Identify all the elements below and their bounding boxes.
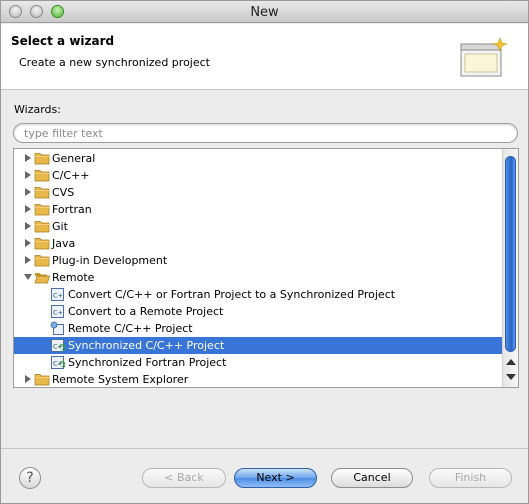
remote-project-icon bbox=[50, 321, 64, 335]
tree-item-label: Convert C/C++ or Fortran Project to a Sy… bbox=[68, 288, 396, 301]
tree-item-label: Synchronized C/C++ Project bbox=[68, 339, 225, 352]
tree-item-label: Git bbox=[52, 220, 68, 233]
folder-icon bbox=[34, 170, 50, 182]
tree-item-label: Convert to a Remote Project bbox=[68, 305, 224, 318]
tree-item-label: Plug-in Development bbox=[52, 254, 168, 267]
wizard-banner-icon bbox=[460, 37, 508, 77]
disclosure-collapsed-icon[interactable] bbox=[23, 204, 33, 214]
tree-item-label: C/C++ bbox=[52, 169, 90, 182]
svg-text:C+: C+ bbox=[53, 309, 63, 317]
next-button[interactable]: Next > bbox=[234, 468, 317, 488]
scroll-down-icon[interactable] bbox=[506, 374, 516, 380]
tree-folder-item[interactable]: Plug-in Development bbox=[14, 252, 502, 269]
tree-wizard-item[interactable]: C+ Convert C/C++ or Fortran Project to a … bbox=[14, 286, 502, 303]
scroll-up-icon[interactable] bbox=[506, 359, 516, 365]
sync-project-icon: C+ bbox=[51, 339, 65, 352]
disclosure-collapsed-icon[interactable] bbox=[23, 187, 33, 197]
folder-icon bbox=[34, 238, 50, 250]
tree-item-label: Remote C/C++ Project bbox=[68, 322, 193, 335]
folder-icon bbox=[34, 153, 50, 165]
new-wizard-dialog: New Select a wizard Create a new synchro… bbox=[0, 0, 529, 504]
disclosure-collapsed-icon[interactable] bbox=[23, 170, 33, 180]
button-separator bbox=[1, 448, 528, 449]
disclosure-collapsed-icon[interactable] bbox=[23, 238, 33, 248]
folder-icon bbox=[34, 204, 50, 216]
folder-icon bbox=[34, 221, 50, 233]
folder-icon bbox=[34, 255, 50, 267]
finish-button[interactable]: Finish bbox=[429, 468, 512, 488]
tree-item-label: Java bbox=[52, 237, 76, 250]
banner-description: Create a new synchronized project bbox=[19, 56, 210, 69]
disclosure-collapsed-icon[interactable] bbox=[23, 221, 33, 231]
tree-item-label: Remote System Explorer bbox=[52, 373, 189, 386]
wizard-banner: Select a wizard Create a new synchronize… bbox=[1, 24, 528, 90]
title-bar: New bbox=[1, 1, 528, 23]
sync-project-icon: C+ bbox=[51, 356, 65, 369]
filter-input[interactable] bbox=[13, 123, 518, 143]
back-button[interactable]: < Back bbox=[142, 468, 226, 488]
tree-folder-item[interactable]: Java bbox=[14, 235, 502, 252]
tree-folder-item[interactable]: Fortran bbox=[14, 201, 502, 218]
cpp-convert-icon: C+ bbox=[51, 305, 64, 318]
tree-item-label: Remote bbox=[52, 271, 95, 284]
help-button[interactable]: ? bbox=[19, 467, 41, 489]
tree-wizard-item[interactable]: Remote C/C++ Project bbox=[14, 320, 502, 337]
window-title: New bbox=[250, 5, 279, 20]
disclosure-collapsed-icon[interactable] bbox=[23, 153, 33, 163]
banner-title: Select a wizard bbox=[11, 34, 115, 48]
tree-folder-item[interactable]: C/C++ bbox=[14, 167, 502, 184]
tree-item-label: General bbox=[52, 152, 96, 165]
tree-folder-item[interactable]: CVS bbox=[14, 184, 502, 201]
disclosure-collapsed-icon[interactable] bbox=[23, 374, 33, 384]
tree-folder-item[interactable]: General bbox=[14, 150, 502, 167]
tree-scrollbar[interactable] bbox=[502, 149, 518, 387]
tree-wizard-item[interactable]: C+ Convert to a Remote Project bbox=[14, 303, 502, 320]
tree-wizard-item[interactable]: C+ Synchronized Fortran Project bbox=[14, 354, 502, 371]
folder-icon bbox=[34, 187, 50, 199]
tree-folder-item[interactable]: Remote bbox=[14, 269, 502, 286]
svg-text:C+: C+ bbox=[53, 292, 63, 300]
disclosure-expanded-icon[interactable] bbox=[23, 272, 33, 282]
tree-folder-item[interactable]: Remote System Explorer bbox=[14, 371, 502, 387]
tree-item-label: Synchronized Fortran Project bbox=[68, 356, 227, 369]
svg-text:C+: C+ bbox=[53, 343, 63, 351]
cpp-convert-icon: C+ bbox=[51, 288, 64, 301]
wizards-label: Wizards: bbox=[14, 103, 61, 116]
scrollbar-thumb[interactable] bbox=[505, 156, 516, 352]
tree-item-label: Fortran bbox=[52, 203, 92, 216]
cancel-button[interactable]: Cancel bbox=[331, 468, 413, 488]
svg-text:C+: C+ bbox=[53, 360, 63, 368]
folder-open-icon bbox=[34, 273, 50, 284]
tree-item-label: CVS bbox=[52, 186, 75, 199]
tree-folder-item[interactable]: Git bbox=[14, 218, 502, 235]
tree-wizard-item[interactable]: C+ Synchronized C/C++ Project bbox=[14, 337, 502, 354]
disclosure-collapsed-icon[interactable] bbox=[23, 255, 33, 265]
folder-icon bbox=[34, 374, 50, 386]
wizard-tree[interactable]: General C/C++ CVS Fortran Git Java Plug-in Dev… bbox=[13, 148, 519, 388]
